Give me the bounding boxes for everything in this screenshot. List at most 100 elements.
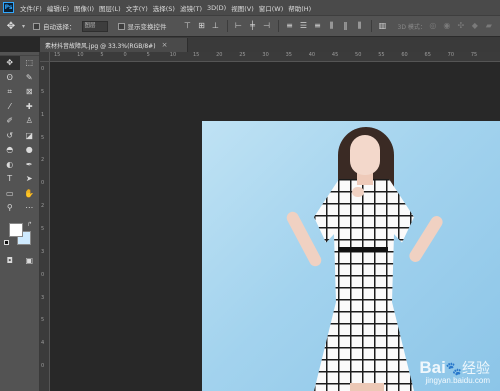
frame-icon[interactable]: ⊠ xyxy=(20,85,40,99)
align-hcenter-icon[interactable]: ╪ xyxy=(246,20,260,32)
ruler-tick-label: 40 xyxy=(308,52,316,58)
path-select-icon[interactable]: ➤ xyxy=(20,172,40,186)
distribute-bottom-icon[interactable]: ≡ xyxy=(311,20,325,32)
history-brush-icon[interactable]: ↺ xyxy=(0,129,20,143)
show-transform-checkbox[interactable] xyxy=(117,22,125,30)
move-icon[interactable]: ✥ xyxy=(0,56,20,71)
lasso-icon[interactable]: ʘ xyxy=(0,71,20,85)
blur-icon[interactable]: ● xyxy=(20,143,40,157)
ruler-tick-label: 60 xyxy=(401,52,408,58)
menu-help[interactable]: 帮助(H) xyxy=(288,3,311,13)
model-belt xyxy=(338,247,388,252)
ruler-tick-label: 75 xyxy=(470,52,478,58)
menu-bar: Ps 文件(F) 编辑(E) 图像(I) 图层(L) 文字(Y) 选择(S) 滤… xyxy=(0,0,500,15)
distribute-vcenter-icon[interactable]: ☰ xyxy=(297,20,311,32)
screen-mode-icon[interactable]: ▣ xyxy=(20,254,40,268)
auto-select-label: 自动选择： xyxy=(43,23,76,31)
foreground-color-swatch[interactable] xyxy=(9,222,23,237)
align-bottom-icon[interactable]: ⊥ xyxy=(209,20,223,32)
auto-select-dropdown[interactable]: 图层 xyxy=(81,20,108,32)
paw-icon: 🐾 xyxy=(445,362,462,377)
move-tool-preset-icon[interactable]: ✥ xyxy=(0,21,22,32)
align-right-icon[interactable]: ⊣ xyxy=(260,20,274,32)
ruler-tick-label: 2 xyxy=(41,203,45,210)
eyedropper-icon[interactable]: ⁄ xyxy=(0,100,20,114)
close-icon[interactable]: × xyxy=(162,41,168,49)
document-image[interactable]: Bai🐾经验 jingyan.baidu.com xyxy=(202,121,500,391)
stamp-icon[interactable]: ♙ xyxy=(20,114,40,128)
ruler-corner[interactable] xyxy=(40,52,50,62)
menu-edit[interactable]: 编辑(E) xyxy=(47,3,69,13)
menu-filter[interactable]: 滤镜(T) xyxy=(180,3,202,13)
distribute-hcenter-icon[interactable]: ‖ xyxy=(339,20,353,32)
document-tab-title: 素材抖音故障风.jpg @ 33.3%(RGB/8#) xyxy=(45,42,156,50)
3d-scale-icon[interactable]: ▰ xyxy=(482,20,496,32)
menu-file[interactable]: 文件(F) xyxy=(20,3,42,13)
ruler-tick-label: 1 xyxy=(41,111,45,118)
toolbox: ✥ ⬚ ʘ ✎ ⌗ ⊠ ⁄ ✚ ✐ ♙ ↺ ◪ ◓ ● ◐ ✒ T ➤ ▭ ✋ ⚲ ⋯ ↱ ◘ ▣ xyxy=(0,52,40,391)
quick-select-icon[interactable]: ✎ xyxy=(20,71,40,85)
ruler-tick-label: 0 xyxy=(41,363,45,370)
ruler-tick-label: 3 xyxy=(41,248,45,255)
baidu-jingyan-watermark: Bai🐾经验 jingyan.baidu.com xyxy=(419,358,490,385)
3d-rotate-icon[interactable]: ◎ xyxy=(426,20,440,32)
ruler-tick-label: 10 xyxy=(169,52,177,58)
ruler-tick-label: 0 xyxy=(41,180,45,187)
distribute-top-icon[interactable]: ≡ xyxy=(283,20,297,32)
menu-select[interactable]: 选择(S) xyxy=(153,3,175,13)
align-buttons: ⊤ ⊞ ⊥ ⊢ ╪ ⊣ ≡ ☰ ≡ ⫼ ‖ ⫼ ▥ xyxy=(181,20,390,32)
eraser-icon[interactable]: ◪ xyxy=(20,129,40,143)
3d-mode-label: 3D 模式： xyxy=(397,23,426,31)
auto-select-checkbox[interactable] xyxy=(33,22,41,30)
model-legs xyxy=(350,383,384,391)
menu-type[interactable]: 文字(Y) xyxy=(126,3,148,13)
ruler-tick-label: 15 xyxy=(54,52,61,58)
3d-slide-icon[interactable]: ◆ xyxy=(468,20,482,32)
watermark-brand: Bai xyxy=(419,358,446,377)
ruler-tick-label: 0 xyxy=(123,52,127,58)
ruler-tick-label: 2 xyxy=(41,157,45,164)
quick-mask-icon[interactable]: ◘ xyxy=(0,254,20,268)
auto-align-icon[interactable]: ▥ xyxy=(376,20,390,32)
hand-icon[interactable]: ✋ xyxy=(20,187,40,201)
horizontal-ruler[interactable]: 15 10 5 0 5 10 15 20 25 30 35 40 45 50 55 60 65 70 75 xyxy=(50,52,500,62)
brush-icon[interactable]: ✐ xyxy=(0,114,20,128)
align-vcenter-icon[interactable]: ⊞ xyxy=(195,20,209,32)
ruler-tick-label: 5 xyxy=(41,88,45,95)
vertical-ruler[interactable]: 0 5 1 5 2 0 2 5 3 0 3 5 4 0 xyxy=(40,62,50,391)
ruler-tick-label: 4 xyxy=(41,340,45,347)
marquee-icon[interactable]: ⬚ xyxy=(20,56,40,70)
ruler-tick-label: 10 xyxy=(77,52,84,58)
ruler-tick-label: 20 xyxy=(216,52,223,58)
chevron-down-icon[interactable]: ▾ xyxy=(22,23,25,30)
distribute-left-icon[interactable]: ⫼ xyxy=(325,20,339,32)
align-left-icon[interactable]: ⊢ xyxy=(232,20,246,32)
divider xyxy=(370,20,372,32)
document-tab[interactable]: 素材抖音故障风.jpg @ 33.3%(RGB/8#) × xyxy=(40,38,188,52)
distribute-right-icon[interactable]: ⫼ xyxy=(353,20,367,32)
more-icon[interactable]: ⋯ xyxy=(20,201,40,215)
dodge-icon[interactable]: ◐ xyxy=(0,158,20,172)
crop-icon[interactable]: ⌗ xyxy=(0,85,20,99)
menu-image[interactable]: 图像(I) xyxy=(74,3,94,13)
shape-icon[interactable]: ▭ xyxy=(0,187,20,201)
swap-colors-icon[interactable]: ↱ xyxy=(27,221,32,228)
menu-3d[interactable]: 3D(D) xyxy=(207,4,226,12)
3d-roll-icon[interactable]: ◉ xyxy=(440,20,454,32)
menu-view[interactable]: 视图(V) xyxy=(231,3,254,13)
align-top-icon[interactable]: ⊤ xyxy=(181,20,195,32)
bucket-icon[interactable]: ◓ xyxy=(0,143,20,157)
menu-window[interactable]: 窗口(W) xyxy=(259,3,284,13)
ruler-tick-label: 45 xyxy=(331,52,339,58)
pen-icon[interactable]: ✒ xyxy=(20,158,40,172)
zoom-icon[interactable]: ⚲ xyxy=(0,201,20,215)
divider xyxy=(226,20,228,32)
menu-layer[interactable]: 图层(L) xyxy=(99,3,121,13)
healing-icon[interactable]: ✚ xyxy=(20,100,40,114)
options-bar: ✥ ▾ 自动选择： 图层 显示变换控件 ⊤ ⊞ ⊥ ⊢ ╪ ⊣ ≡ ☰ ≡ ⫼ … xyxy=(0,15,500,37)
default-colors-icon[interactable] xyxy=(4,239,9,245)
ruler-tick-label: 0 xyxy=(41,271,45,278)
ruler-tick-label: 25 xyxy=(239,52,246,58)
type-icon[interactable]: T xyxy=(0,172,20,186)
3d-drag-icon[interactable]: ✣ xyxy=(454,20,468,32)
